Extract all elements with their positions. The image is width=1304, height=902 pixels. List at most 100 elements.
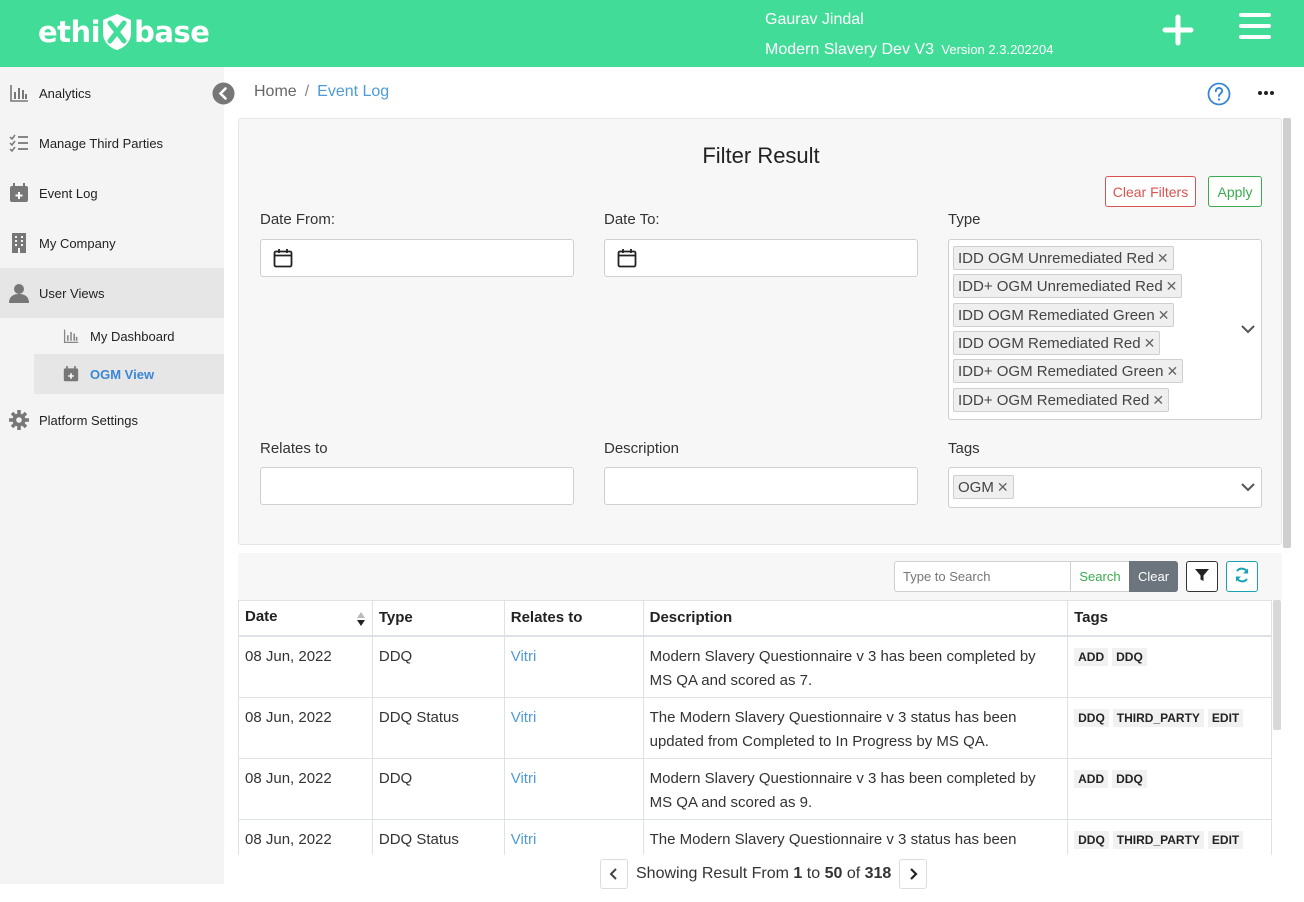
cell-date: 08 Jun, 2022 (238, 696, 373, 759)
search-button[interactable]: Search (1070, 561, 1130, 592)
sidebar: Analytics Manage Third Parties Event Log… (0, 67, 224, 884)
cell-type: DDQ (371, 757, 505, 820)
description-label: Description (604, 440, 680, 457)
chip-label: IDD OGM Unremediated Red (958, 250, 1154, 267)
sort-icon[interactable] (356, 611, 366, 627)
remove-chip-icon[interactable]: ✕ (1158, 307, 1170, 323)
logo-text-right: base (134, 15, 210, 49)
sidebar-item-label: Analytics (39, 85, 92, 101)
table-header-row: Date Type Relates to Description Tags (238, 600, 1272, 637)
column-header-type[interactable]: Type (371, 600, 505, 637)
tag-badge: THIRD_PARTY (1112, 708, 1204, 727)
sidebar-item-manage-third-parties[interactable]: Manage Third Parties (0, 118, 224, 168)
cell-type: DDQ (371, 635, 505, 698)
more-options-icon[interactable] (1256, 86, 1276, 100)
chip-label: IDD OGM Remediated Red (958, 335, 1141, 352)
breadcrumb-separator: / (304, 83, 310, 100)
relates-to-input[interactable] (260, 467, 574, 505)
logo-text-left: ethi (38, 15, 101, 49)
cell-tags: DDQ THIRD_PARTY EDIT (1067, 696, 1272, 759)
cell-relates-to-link[interactable]: Vitri (503, 696, 644, 759)
filter-icon (1195, 569, 1209, 581)
type-chip: IDD+ OGM Remediated Red ✕ (953, 388, 1170, 412)
column-header-description[interactable]: Description (642, 600, 1069, 637)
column-header-relates-to[interactable]: Relates to (503, 600, 644, 637)
date-from-input[interactable] (260, 239, 574, 277)
page-scrollbar[interactable] (1283, 118, 1291, 548)
help-icon[interactable] (1207, 82, 1231, 106)
tag-badge: THIRD_PARTY (1112, 830, 1204, 849)
chip-label: IDD+ OGM Remediated Green (958, 363, 1164, 380)
tag-badge: EDIT (1207, 830, 1244, 849)
description-input[interactable] (604, 467, 918, 505)
breadcrumb-current[interactable]: Event Log (317, 83, 389, 100)
chip-label: IDD+ OGM Remediated Red (958, 392, 1150, 409)
tag-chip: OGM ✕ (953, 475, 1014, 499)
sidebar-item-user-views[interactable]: User Views (0, 268, 224, 318)
date-to-input[interactable] (604, 239, 918, 277)
breadcrumb-home[interactable]: Home (254, 83, 297, 100)
sidebar-item-my-company[interactable]: My Company (0, 218, 224, 268)
column-header-date[interactable]: Date (238, 600, 373, 637)
pagination-summary: Showing Result From 1 to 50 of 318 (636, 865, 891, 883)
hamburger-menu-icon[interactable] (1238, 10, 1272, 44)
sidebar-item-event-log[interactable]: Event Log (0, 168, 224, 218)
clear-search-button[interactable]: Clear (1129, 561, 1178, 592)
next-page-button[interactable] (899, 859, 928, 889)
remove-chip-icon[interactable]: ✕ (1144, 335, 1156, 351)
tag-badge: EDIT (1207, 708, 1244, 727)
sidebar-item-label: My Company (39, 235, 116, 251)
collapse-sidebar-icon[interactable] (212, 82, 235, 105)
breadcrumb: Home / Event Log (254, 83, 389, 101)
remove-chip-icon[interactable]: ✕ (1152, 392, 1164, 408)
environment-name: Modern Slavery Dev V3 (765, 41, 934, 58)
sidebar-subitem-ogm-view[interactable]: OGM View (34, 354, 224, 394)
calendar-plus-icon (10, 183, 28, 202)
sidebar-item-analytics[interactable]: Analytics (0, 68, 224, 118)
clear-filters-button[interactable]: Clear Filters (1105, 176, 1196, 207)
add-button[interactable] (1160, 12, 1196, 48)
tags-multiselect[interactable]: OGM ✕ (948, 467, 1262, 508)
table-scrollbar[interactable] (1273, 600, 1281, 730)
chip-label: IDD+ OGM Unremediated Red (958, 278, 1163, 295)
cell-relates-to-link[interactable]: Vitri (503, 818, 644, 855)
logo-x-icon (103, 14, 132, 50)
ethixbase-logo[interactable]: ethi base (38, 12, 210, 52)
sidebar-subitem-my-dashboard[interactable]: My Dashboard (34, 316, 224, 356)
remove-chip-icon[interactable]: ✕ (997, 479, 1009, 495)
building-icon (12, 233, 26, 253)
user-name: Gaurav Jindal (765, 11, 864, 28)
cell-type: DDQ Status (371, 696, 505, 759)
remove-chip-icon[interactable]: ✕ (1157, 250, 1169, 266)
bar-chart-icon (10, 85, 28, 102)
tag-badge: DDQ (1112, 769, 1147, 788)
chevron-right-icon (910, 868, 918, 880)
search-input[interactable] (894, 561, 1071, 592)
chevron-down-icon[interactable] (1240, 482, 1256, 492)
type-chip: IDD OGM Remediated Green ✕ (953, 303, 1175, 327)
sidebar-item-platform-settings[interactable]: Platform Settings (0, 395, 224, 445)
pagination-prefix: Showing Result From (636, 865, 789, 882)
remove-chip-icon[interactable]: ✕ (1167, 363, 1179, 379)
bar-chart-icon (63, 329, 79, 344)
calendar-plus-icon (63, 366, 79, 382)
refresh-icon (1235, 567, 1249, 583)
cell-relates-to-link[interactable]: Vitri (503, 635, 644, 698)
cell-relates-to-link[interactable]: Vitri (503, 757, 644, 820)
previous-page-button[interactable] (600, 859, 628, 889)
tag-badge: DDQ (1074, 708, 1109, 727)
chevron-down-icon[interactable] (1240, 324, 1256, 334)
type-multiselect[interactable]: IDD OGM Unremediated Red ✕ IDD+ OGM Unrem… (948, 239, 1262, 420)
sidebar-subitem-label: My Dashboard (90, 328, 175, 344)
remove-chip-icon[interactable]: ✕ (1166, 278, 1178, 294)
table-row: 08 Jun, 2022 DDQ Status Vitri The Modern… (238, 696, 1272, 759)
cell-tags: ADD DDQ (1067, 757, 1272, 820)
column-header-tags[interactable]: Tags (1067, 600, 1272, 637)
filter-panel: Filter Result Clear Filters Apply Date F… (238, 118, 1282, 545)
apply-button[interactable]: Apply (1208, 176, 1262, 207)
type-label: Type (948, 211, 981, 228)
filter-toggle-button[interactable] (1186, 561, 1218, 592)
sidebar-subitem-label: OGM View (90, 366, 155, 382)
refresh-button[interactable] (1226, 561, 1258, 592)
tag-badge: DDQ (1074, 830, 1109, 849)
